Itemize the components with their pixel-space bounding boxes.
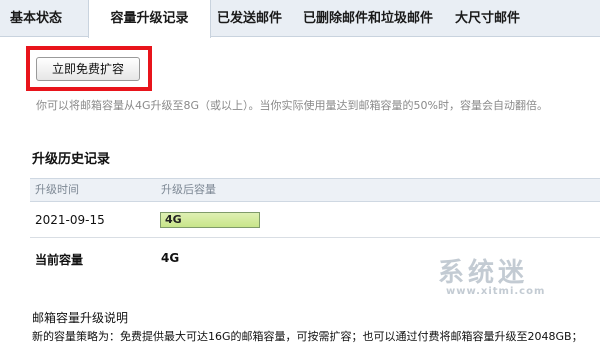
history-title: 升级历史记录 bbox=[32, 152, 111, 167]
column-header-capacity-after: 升级后容量 bbox=[161, 183, 216, 196]
explanation-text: 新的容量策略为：免费提供最大可达16G的邮箱容量，可按需扩容；也可以通过付费将邮… bbox=[32, 330, 583, 343]
tab-capacity-upgrade-log[interactable]: 容量升级记录 bbox=[88, 0, 211, 38]
watermark-logo: 系统迷 www.xitmi.com bbox=[430, 252, 580, 302]
history-row-date: 2021-09-15 bbox=[35, 213, 105, 227]
tab-bar: 基本状态 容量升级记录 已发送邮件 已删除邮件和垃圾邮件 大尺寸邮件 bbox=[0, 0, 600, 38]
column-header-upgrade-time: 升级时间 bbox=[35, 183, 79, 196]
tab-basic-status[interactable]: 基本状态 bbox=[10, 0, 62, 37]
tab-large-mail[interactable]: 大尺寸邮件 bbox=[455, 0, 520, 37]
watermark-url: www.xitmi.com bbox=[446, 286, 546, 297]
capacity-bar-label: 4G bbox=[165, 213, 182, 226]
row-divider bbox=[30, 237, 600, 238]
free-upgrade-button[interactable]: 立即免费扩容 bbox=[36, 57, 140, 81]
current-capacity-value: 4G bbox=[161, 251, 180, 265]
capacity-bar: 4G bbox=[160, 212, 260, 228]
explanation-title: 邮箱容量升级说明 bbox=[32, 311, 129, 325]
history-table-header: 升级时间 升级后容量 bbox=[30, 178, 600, 202]
watermark-text: 系统迷 bbox=[438, 258, 529, 288]
current-capacity-label: 当前容量 bbox=[35, 253, 84, 267]
tab-deleted-and-spam[interactable]: 已删除邮件和垃圾邮件 bbox=[303, 0, 433, 37]
upgrade-description: 你可以将邮箱容量从4G升级至8G（或以上）。当你实际使用量达到邮箱容量的50%时… bbox=[36, 99, 548, 112]
tab-sent-mail[interactable]: 已发送邮件 bbox=[217, 0, 282, 37]
